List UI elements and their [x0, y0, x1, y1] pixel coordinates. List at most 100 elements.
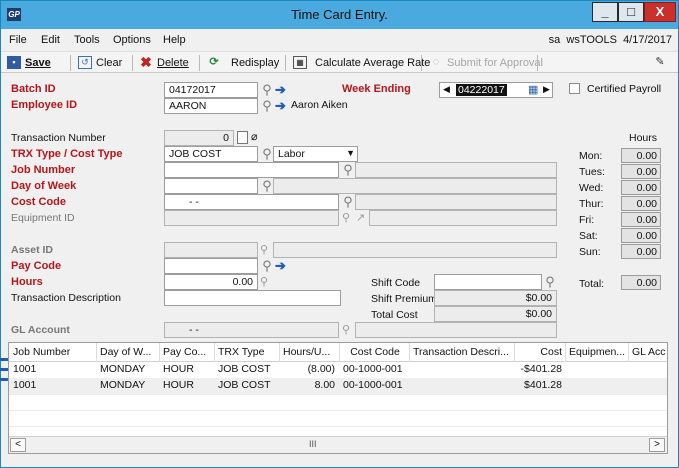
cost-code-field[interactable]: - - [164, 194, 339, 210]
table-row[interactable]: 1001 MONDAY HOUR JOB COST 8.00 00-1000-0… [9, 378, 667, 394]
transaction-number-label: Transaction Number [11, 132, 106, 144]
hours-panel-title: Hours [629, 132, 658, 144]
hours-day-value: 0.00 [621, 148, 661, 163]
week-ending-value: 04222017 [456, 84, 507, 96]
date-next-icon[interactable]: ▶ [543, 84, 550, 95]
job-number-field[interactable] [164, 162, 339, 178]
shift-code-field[interactable] [434, 274, 542, 290]
cell-hours: (8.00) [307, 363, 335, 375]
scroll-thumb[interactable]: III [309, 439, 317, 449]
batch-id-field[interactable]: 04172017 [164, 82, 258, 98]
cell-hours: 8.00 [314, 379, 335, 391]
certified-payroll-checkbox[interactable] [569, 83, 580, 94]
gl-account-lookup-icon: ⚲ [342, 324, 351, 336]
attachment-icon[interactable]: ⌀ [251, 130, 258, 143]
pay-code-lookup-icon[interactable]: ⚲ [260, 258, 274, 274]
pay-code-go-arrow-icon[interactable]: ➔ [275, 258, 286, 274]
maximize-button[interactable]: □ [618, 2, 644, 22]
menu-options[interactable]: Options [113, 34, 151, 46]
hours-field[interactable]: 0.00 [164, 274, 258, 290]
redisplay-icon: ⟳ [209, 56, 219, 68]
batch-go-arrow-icon[interactable]: ➔ [275, 82, 286, 98]
gl-account-field: - - [164, 322, 339, 338]
menu-bar: File Edit Tools Options Help sa wsTOOLS … [1, 29, 678, 51]
equipment-lookup-icon: ⚲ [342, 212, 351, 224]
hours-day-value: 0.00 [621, 228, 661, 243]
save-button[interactable]: ▪ Save [7, 56, 51, 69]
column-header[interactable]: GL Acc [632, 346, 667, 358]
employee-id-field[interactable]: AARON [164, 98, 258, 114]
clear-button[interactable]: ↺ Clear [78, 56, 122, 69]
grid-line [9, 426, 667, 427]
column-header[interactable]: Pay Co... [163, 346, 213, 358]
notes-button[interactable]: ✎ [653, 56, 667, 69]
pay-code-label: Pay Code [11, 260, 62, 272]
cell-day-of-week: MONDAY [100, 379, 146, 391]
column-header[interactable]: TRX Type [218, 346, 278, 358]
shift-code-lookup-icon[interactable]: ⚲ [543, 274, 557, 290]
calculate-average-rate-button[interactable]: ▦ Calculate Average Rate [293, 56, 430, 69]
table-row[interactable]: 1001 MONDAY HOUR JOB COST (8.00) 00-1000… [9, 362, 667, 378]
pen-icon: ✎ [655, 56, 665, 68]
equipment-go-icon: ↗ [356, 212, 366, 224]
total-cost-label: Total Cost [371, 309, 418, 321]
trx-type-lookup-icon[interactable]: ⚲ [260, 146, 274, 162]
submit-icon: ◌ [432, 56, 440, 68]
toolbar-separator [421, 55, 422, 71]
horizontal-scrollbar[interactable]: < III > [9, 436, 667, 453]
toolbar: ▪ Save ↺ Clear ✖ Delete ⟳ Redisplay ▦ Ca… [1, 51, 678, 73]
hours-day-label: Mon: [579, 150, 603, 162]
menu-edit[interactable]: Edit [41, 34, 60, 46]
batch-lookup-icon[interactable]: ⚲ [260, 82, 274, 98]
delete-button[interactable]: ✖ Delete [139, 55, 189, 69]
day-of-week-lookup-icon[interactable]: ⚲ [260, 178, 274, 194]
asset-id-label: Asset ID [11, 244, 54, 256]
gl-account-description [355, 322, 557, 338]
employee-go-arrow-icon[interactable]: ➔ [275, 98, 286, 114]
cell-cost: -$401.28 [520, 363, 562, 375]
toolbar-separator [132, 55, 133, 71]
job-number-lookup-icon[interactable]: ⚲ [341, 162, 355, 178]
note-icon[interactable] [237, 131, 248, 144]
left-edge-marker [0, 358, 8, 361]
time-card-entry-window: GP Time Card Entry. _ □ X File Edit Tool… [0, 0, 679, 468]
employee-lookup-icon[interactable]: ⚲ [260, 98, 274, 114]
menu-file[interactable]: File [9, 34, 27, 46]
minimize-button[interactable]: _ [592, 2, 618, 22]
column-header[interactable]: Job Number [13, 346, 93, 358]
week-ending-field[interactable]: ◀ 04222017 ▦ ▶ [439, 82, 553, 98]
hours-day-label: Tues: [579, 166, 605, 178]
job-number-label: Job Number [11, 164, 76, 176]
day-of-week-label: Day of Week [11, 180, 77, 192]
hours-day-value: 0.00 [621, 244, 661, 259]
column-header[interactable]: Cost Code [343, 346, 407, 358]
column-header[interactable]: Equipmen... [569, 346, 627, 358]
transaction-number-field[interactable]: 0 [164, 130, 234, 146]
close-button[interactable]: X [644, 2, 676, 22]
date-prev-icon[interactable]: ◀ [443, 84, 450, 95]
cost-code-label: Cost Code [11, 196, 66, 208]
scroll-right-icon[interactable]: > [649, 438, 665, 452]
transaction-description-field[interactable] [164, 290, 341, 306]
cell-cost: $401.28 [524, 379, 562, 391]
cost-type-select[interactable]: Labor ▼ [273, 146, 358, 162]
calendar-icon[interactable]: ▦ [528, 83, 538, 96]
column-header[interactable]: Transaction Descri... [413, 346, 513, 358]
scroll-left-icon[interactable]: < [10, 438, 26, 452]
pay-code-field[interactable] [164, 258, 258, 274]
hours-day-label: Thur: [579, 198, 604, 210]
cost-code-lookup-icon[interactable]: ⚲ [341, 194, 355, 210]
menu-help[interactable]: Help [163, 34, 186, 46]
toolbar-separator [285, 55, 286, 71]
submit-for-approval-button[interactable]: ◌ Submit for Approval [429, 56, 543, 69]
column-header[interactable]: Hours/U... [283, 346, 339, 358]
day-of-week-field[interactable] [164, 178, 258, 194]
column-header[interactable]: Cost [518, 346, 562, 358]
shift-code-label: Shift Code [371, 277, 421, 289]
trx-type-label: TRX Type / Cost Type [11, 148, 123, 160]
trx-type-field[interactable]: JOB COST [164, 146, 258, 162]
redisplay-button[interactable]: ⟳ Redisplay [207, 56, 279, 69]
job-description-field [355, 162, 557, 178]
menu-tools[interactable]: Tools [74, 34, 100, 46]
column-header[interactable]: Day of W... [100, 346, 158, 358]
